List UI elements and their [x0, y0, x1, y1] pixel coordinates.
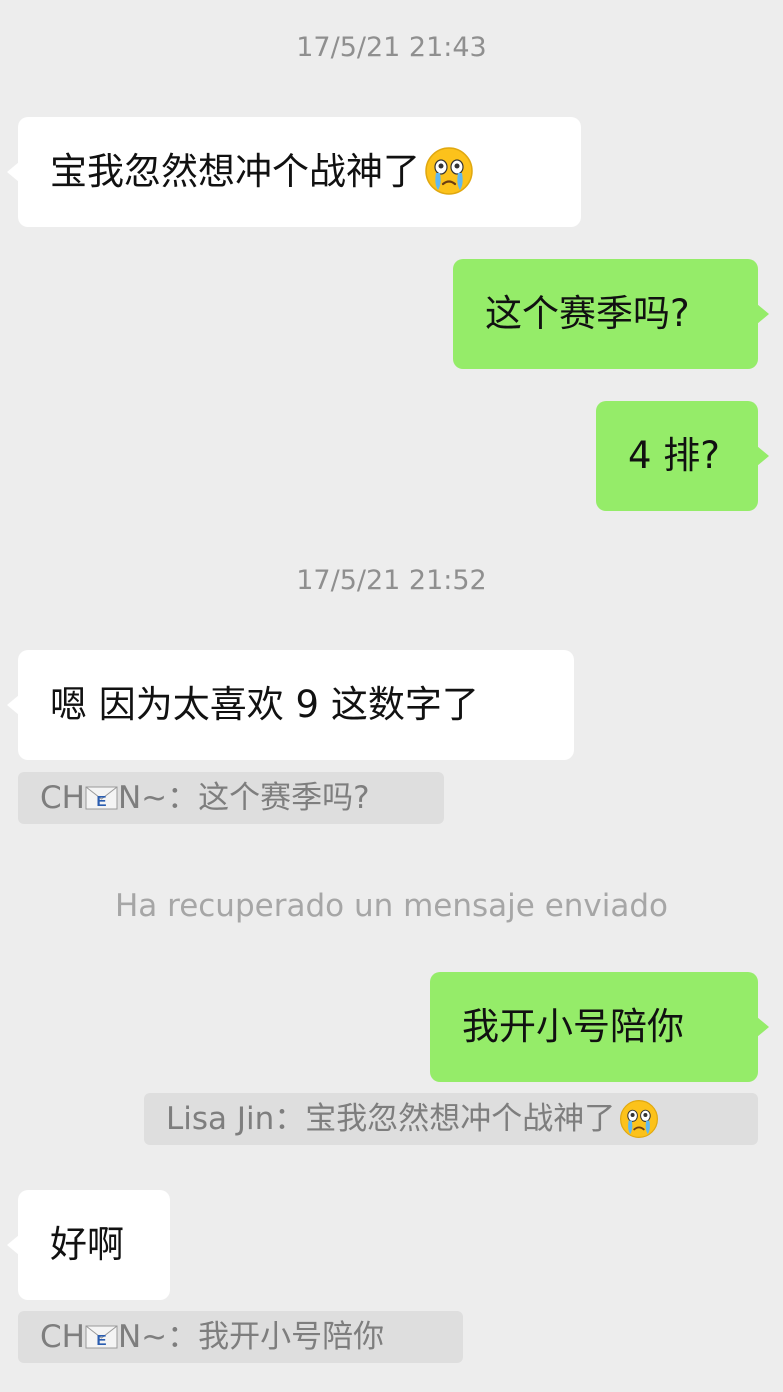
envelope-e-icon: E — [85, 786, 118, 810]
crying-face-emoji-icon — [425, 146, 473, 195]
quote-sender-name: N~ — [117, 1319, 168, 1355]
svg-text:E: E — [96, 793, 106, 810]
quoted-reply[interactable]: Lisa Jin：宝我忽然想冲个战神了 — [144, 1093, 758, 1145]
message-bubble-incoming[interactable]: 嗯 因为太喜欢 9 这数字了 — [7, 650, 574, 760]
envelope-e-icon: E — [85, 1325, 118, 1349]
message-bubble-outgoing[interactable]: 4 排? — [596, 401, 769, 511]
message-text: 4 排? — [628, 434, 720, 477]
svg-text:E: E — [96, 1332, 106, 1349]
quote-sender-name: CH — [40, 780, 85, 816]
message-bubble-outgoing[interactable]: 这个赛季吗? — [453, 259, 769, 369]
message-bubble-incoming[interactable]: 好啊 — [7, 1190, 170, 1300]
message-bubble-outgoing[interactable]: 我开小号陪你 — [430, 972, 769, 1082]
quote-separator: ： — [167, 780, 199, 816]
quote-text: 宝我忽然想冲个战神了 — [305, 1101, 616, 1137]
quoted-reply[interactable]: CH E N~：这个赛季吗? — [18, 772, 444, 824]
message-text: 好啊 — [50, 1223, 124, 1266]
quote-text: 这个赛季吗? — [198, 780, 370, 816]
quote-sender-name: CH — [40, 1319, 85, 1355]
timestamp: 17/5/21 21:43 — [296, 32, 487, 63]
quote-sender-name: N~ — [117, 780, 168, 816]
recalled-message-notice: Ha recuperado un mensaje enviado — [114, 888, 669, 924]
message-bubble-incoming[interactable]: 宝我忽然想冲个战神了 — [7, 117, 581, 227]
message-text: 嗯 因为太喜欢 9 这数字了 — [50, 683, 479, 726]
quote-sender-name: Lisa Jin — [166, 1101, 275, 1137]
quoted-reply[interactable]: CH E N~：我开小号陪你 — [18, 1311, 463, 1363]
timestamp: 17/5/21 21:52 — [296, 565, 487, 596]
message-text: 宝我忽然想冲个战神了 — [50, 150, 420, 193]
quote-separator: ： — [274, 1101, 306, 1137]
quote-separator: ： — [167, 1319, 199, 1355]
message-text: 我开小号陪你 — [462, 1005, 684, 1048]
crying-face-emoji-icon — [620, 1099, 659, 1138]
quote-text: 我开小号陪你 — [198, 1319, 385, 1355]
message-text: 这个赛季吗? — [485, 292, 690, 335]
